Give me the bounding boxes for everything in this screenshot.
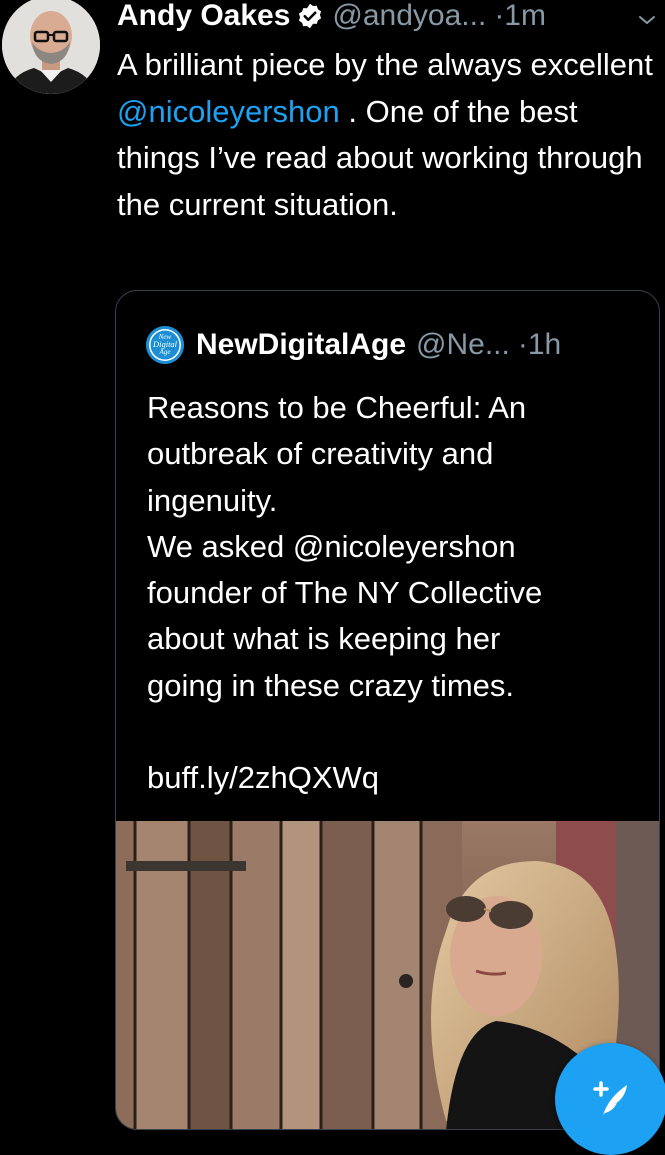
quoted-line: We asked @nicoleyershon [147, 528, 516, 564]
tweet-body-prefix: A brilliant piece by the always excellen… [117, 47, 653, 82]
quoted-author-name[interactable]: NewDigitalAge [196, 328, 406, 362]
chevron-down-icon[interactable] [637, 4, 657, 24]
quoted-spacer [147, 709, 637, 755]
author-handle[interactable]: @andyoa... [332, 0, 486, 33]
svg-text:Age: Age [159, 348, 171, 356]
tweet[interactable]: Andy Oakes @andyoa... ·1m A brilliant pi… [0, 0, 665, 1155]
newdigitalage-logo[interactable]: New Digital Age [146, 326, 184, 364]
author-avatar[interactable] [2, 0, 100, 94]
tweet-body: A brilliant piece by the always excellen… [117, 42, 657, 228]
quoted-line: ingenuity. [147, 482, 278, 518]
quoted-line: Reasons to be Cheerful: An [147, 390, 527, 425]
author-name[interactable]: Andy Oakes [117, 0, 290, 33]
tweet-time[interactable]: ·1m [494, 0, 546, 33]
tweet-header: Andy Oakes @andyoa... ·1m [117, 0, 657, 36]
quoted-link[interactable]: buff.ly/2zhQXWq [147, 755, 637, 801]
quoted-line: founder of The NY Collective [147, 575, 543, 611]
quoted-tweet-body: Reasons to be Cheerful: An outbreak of c… [147, 385, 637, 802]
verified-badge-icon [296, 2, 324, 30]
quoted-tweet-time[interactable]: ·1h [518, 328, 561, 362]
quoted-tweet-header: New Digital Age NewDigitalAge @Ne... ·1h [146, 323, 646, 367]
quoted-line: outbreak of creativity and [147, 436, 494, 472]
mention-link[interactable]: @nicoleyershon [117, 94, 340, 129]
quoted-line: about what is keeping her [147, 621, 501, 657]
quoted-tweet-card[interactable]: New Digital Age NewDigitalAge @Ne... ·1h… [115, 290, 660, 1130]
compose-tweet-icon [587, 1073, 635, 1126]
quoted-line: going in these crazy times. [147, 667, 515, 703]
quoted-author-handle[interactable]: @Ne... [416, 328, 510, 362]
compose-tweet-button[interactable] [555, 1043, 665, 1155]
